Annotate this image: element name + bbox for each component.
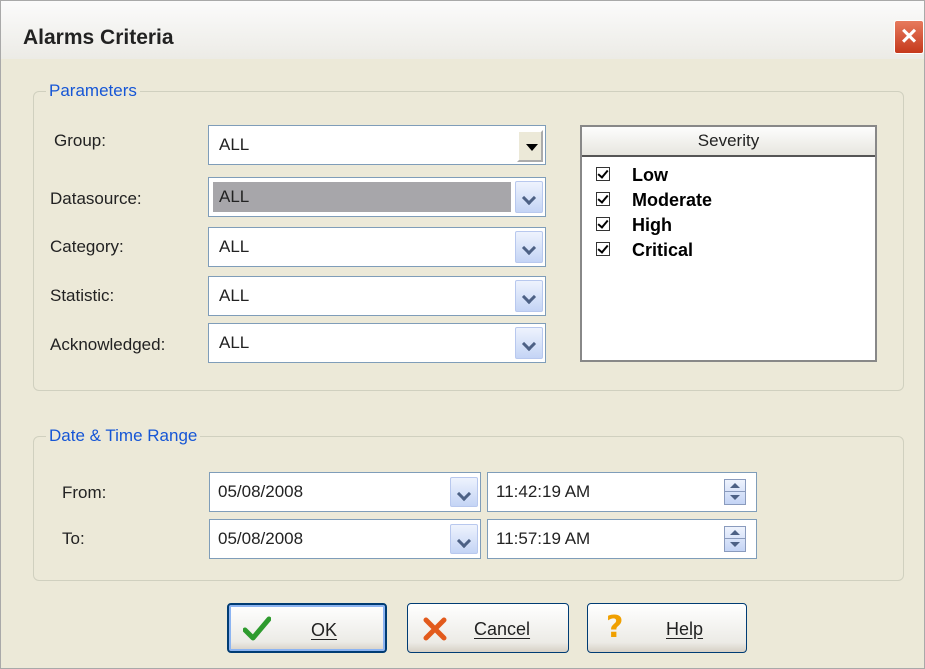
spinner-icon[interactable] (724, 479, 746, 505)
statistic-label: Statistic: (50, 286, 115, 305)
from-time-field[interactable]: 11:42:19 AM (487, 472, 757, 512)
chevron-down-icon[interactable] (517, 130, 543, 162)
help-button[interactable]: ? Help (587, 603, 747, 653)
help-label: Help (666, 619, 704, 639)
to-time-field[interactable]: 11:57:19 AM (487, 519, 757, 559)
chevron-down-icon[interactable] (450, 524, 478, 554)
severity-low-label: Low (632, 165, 668, 185)
datasource-label: Datasource: (50, 189, 142, 208)
dialog-title: Alarms Criteria (23, 26, 174, 49)
chevron-down-icon[interactable] (450, 477, 478, 507)
parameters-legend: Parameters (46, 81, 140, 101)
acknowledged-value: ALL (219, 333, 250, 352)
category-label: Category: (50, 237, 124, 256)
severity-header[interactable]: Severity (582, 127, 875, 157)
spinner-icon[interactable] (724, 526, 746, 552)
group-value: ALL (219, 135, 250, 154)
alarms-criteria-dialog: Alarms Criteria × Parameters Group: ALL … (0, 0, 925, 669)
category-value: ALL (219, 237, 250, 256)
severity-critical-label: Critical (632, 240, 694, 260)
from-date-value: 05/08/2008 (218, 482, 304, 501)
group-label: Group: (54, 131, 106, 150)
chevron-down-icon[interactable] (515, 231, 543, 263)
severity-moderate-label: Moderate (632, 190, 713, 210)
to-date-picker[interactable]: 05/08/2008 (209, 519, 481, 559)
statistic-select[interactable]: ALL (208, 276, 546, 316)
checkmark-icon (243, 616, 271, 641)
from-date-picker[interactable]: 05/08/2008 (209, 472, 481, 512)
checkbox-checked-icon[interactable] (596, 217, 610, 231)
ok-label: OK (311, 620, 338, 640)
close-button[interactable]: × (894, 20, 924, 54)
date-range-legend: Date & Time Range (46, 426, 201, 446)
chevron-down-icon[interactable] (515, 280, 543, 312)
question-icon: ? (606, 610, 624, 645)
severity-list: Severity Low Moderate High Critical (580, 125, 877, 362)
x-icon (423, 617, 447, 641)
chevron-down-icon[interactable] (515, 181, 543, 213)
from-label: From: (62, 483, 107, 502)
to-time-value: 11:57:19 AM (496, 529, 591, 548)
to-label: To: (62, 529, 85, 548)
chevron-down-icon[interactable] (515, 327, 543, 359)
ok-button[interactable]: OK (227, 603, 387, 653)
severity-high-label: High (632, 215, 672, 235)
cancel-label: Cancel (474, 619, 531, 639)
to-date-value: 05/08/2008 (218, 529, 304, 548)
cancel-button[interactable]: Cancel (407, 603, 569, 653)
checkbox-checked-icon[interactable] (596, 242, 610, 256)
acknowledged-select[interactable]: ALL (208, 323, 546, 363)
checkbox-checked-icon[interactable] (596, 167, 610, 181)
group-select[interactable]: ALL (208, 125, 546, 165)
title-bar: Alarms Criteria × (1, 1, 924, 59)
datasource-select[interactable]: ALL (208, 177, 546, 217)
datasource-value: ALL (219, 187, 250, 206)
statistic-value: ALL (219, 286, 250, 305)
close-icon: × (900, 20, 918, 51)
from-time-value: 11:42:19 AM (496, 482, 591, 501)
checkbox-checked-icon[interactable] (596, 192, 610, 206)
category-select[interactable]: ALL (208, 227, 546, 267)
acknowledged-label: Acknowledged: (50, 335, 166, 354)
